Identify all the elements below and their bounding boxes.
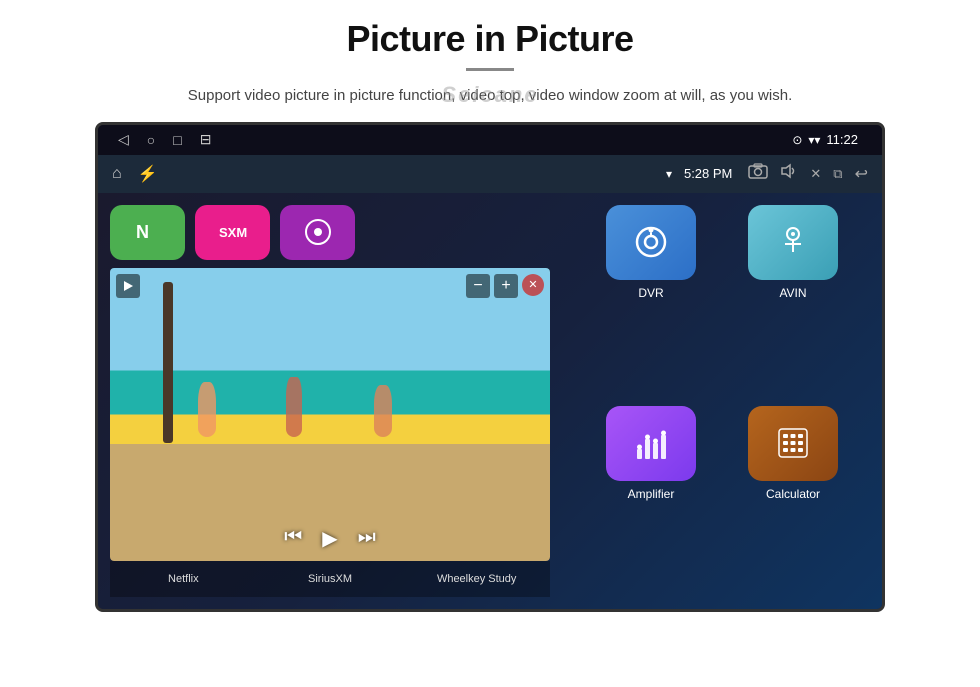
app-item-amplifier[interactable]: Amplifier xyxy=(580,406,722,597)
media-controls: ⏮ ▶ ⏭ xyxy=(110,526,550,551)
nav-recents-icon[interactable]: □ xyxy=(173,132,181,148)
nav-back-icon[interactable]: ◁ xyxy=(118,131,129,148)
svg-text:N: N xyxy=(136,222,149,242)
page-subtitle: Support video picture in picture functio… xyxy=(188,85,792,108)
title-divider xyxy=(466,68,514,71)
pip-expand-btn[interactable]: + xyxy=(494,274,518,298)
action-bar-left: ⌂ ⚡ xyxy=(112,164,158,184)
status-bar-right: ⊙ ▾▾ 11:22 xyxy=(792,132,862,147)
app-item-dvr[interactable]: DVR xyxy=(580,205,722,396)
page-title: Picture in Picture xyxy=(346,18,633,60)
home-icon[interactable]: ⌂ xyxy=(112,165,122,183)
main-content: N SXM xyxy=(98,193,882,609)
calculator-icon[interactable] xyxy=(748,406,838,481)
avin-label: AVIN xyxy=(779,286,806,300)
left-content: N SXM xyxy=(98,193,562,609)
pip-video-window[interactable]: − + ✕ ⏮ ▶ ⏭ xyxy=(110,268,550,561)
media-prev-btn[interactable]: ⏮ xyxy=(284,526,302,551)
nav-home-icon[interactable]: ○ xyxy=(147,132,155,148)
media-next-btn[interactable]: ⏭ xyxy=(358,526,376,551)
app-item-avin[interactable]: AVIN xyxy=(722,205,864,396)
siriusxm-icon-top[interactable]: SXM xyxy=(195,205,270,260)
wheelkey-label: Wheelkey Study xyxy=(403,573,550,585)
status-bar: ◁ ○ □ ⊟ ⊙ ▾▾ 11:22 xyxy=(98,125,882,155)
calculator-label: Calculator xyxy=(766,487,820,501)
avin-icon[interactable] xyxy=(748,205,838,280)
back-icon[interactable]: ↩ xyxy=(855,164,868,184)
app-grid: DVR AVIN xyxy=(562,193,882,609)
dvr-label: DVR xyxy=(638,286,663,300)
dvr-icon[interactable] xyxy=(606,205,696,280)
pip-controls xyxy=(116,274,140,298)
wifi-icon: ▾ xyxy=(666,167,672,181)
amplifier-label: Amplifier xyxy=(628,487,675,501)
pip-close-btn[interactable]: ✕ xyxy=(522,274,544,296)
app-item-calculator[interactable]: Calculator xyxy=(722,406,864,597)
bottom-app-labels: Netflix SiriusXM Wheelkey Study xyxy=(110,561,550,597)
video-play-icon[interactable] xyxy=(116,274,140,298)
volume-icon[interactable] xyxy=(780,163,798,184)
pip-resize-controls: − + ✕ xyxy=(466,274,544,298)
pip-minimize-btn[interactable]: − xyxy=(466,274,490,298)
window-icon[interactable]: ⧉ xyxy=(833,166,842,182)
siriusxm-label: SiriusXM xyxy=(257,573,404,585)
nav-screenshot-icon[interactable]: ⊟ xyxy=(200,131,212,148)
status-time: 11:22 xyxy=(826,132,858,147)
wifi-signal-icon: ▾▾ xyxy=(808,133,820,147)
gps-icon: ⊙ xyxy=(792,133,802,147)
netflix-icon-top[interactable]: N xyxy=(110,205,185,260)
amplifier-icon[interactable] xyxy=(606,406,696,481)
action-bar: ⌂ ⚡ ▾ 5:28 PM xyxy=(98,155,882,193)
device-frame: ◁ ○ □ ⊟ ⊙ ▾▾ 11:22 ⌂ ⚡ ▾ 5:28 PM xyxy=(95,122,885,612)
video-content xyxy=(110,268,550,561)
usb-icon[interactable]: ⚡ xyxy=(138,164,158,184)
nav-buttons: ◁ ○ □ ⊟ xyxy=(118,131,211,148)
svg-text:SXM: SXM xyxy=(219,225,247,240)
close-display-icon[interactable]: ✕ xyxy=(810,166,821,182)
top-apps-row: N SXM xyxy=(110,205,550,260)
camera-icon[interactable] xyxy=(748,163,768,184)
media-play-btn[interactable]: ▶ xyxy=(322,526,337,551)
action-bar-center: ▾ 5:28 PM ✕ ⧉ xyxy=(174,163,868,184)
action-time: 5:28 PM xyxy=(684,166,732,181)
netflix-label: Netflix xyxy=(110,573,257,585)
wheelkey-icon-top[interactable] xyxy=(280,205,355,260)
